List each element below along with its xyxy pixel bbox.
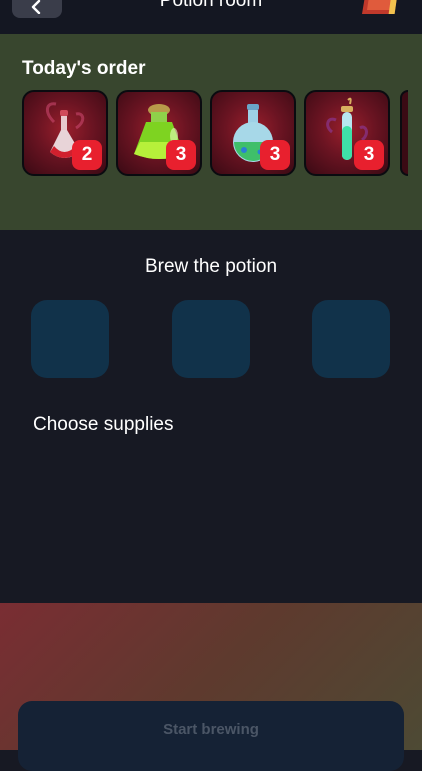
page-title: Potion room xyxy=(159,0,263,11)
quantity-badge: 3 xyxy=(260,140,290,170)
order-item-partial[interactable] xyxy=(400,90,408,176)
supplies-heading: Choose supplies xyxy=(33,414,174,435)
top-bar: Potion room xyxy=(0,0,422,34)
ingredient-slot[interactable] xyxy=(31,300,109,378)
order-list[interactable]: 2 3 3 3 xyxy=(22,90,422,180)
order-item[interactable]: 2 xyxy=(22,90,108,176)
quantity-badge: 2 xyxy=(72,140,102,170)
order-item[interactable]: 3 xyxy=(210,90,296,176)
order-panel: Today's order 2 3 3 3 xyxy=(0,34,422,230)
order-item[interactable]: 3 xyxy=(116,90,202,176)
brew-heading: Brew the potion xyxy=(144,256,278,277)
bottom-panel: Start brewing xyxy=(0,603,422,771)
ingredient-slot[interactable] xyxy=(172,300,250,378)
recipe-book-button[interactable] xyxy=(362,0,402,18)
start-brewing-button[interactable]: Start brewing xyxy=(18,701,404,771)
book-icon xyxy=(362,0,398,14)
brew-section: Brew the potion Choose supplies xyxy=(0,230,422,603)
quantity-badge: 3 xyxy=(166,140,196,170)
order-item[interactable]: 3 xyxy=(304,90,390,176)
quantity-badge: 3 xyxy=(354,140,384,170)
order-heading: Today's order xyxy=(22,58,146,79)
ingredient-slot[interactable] xyxy=(312,300,390,378)
